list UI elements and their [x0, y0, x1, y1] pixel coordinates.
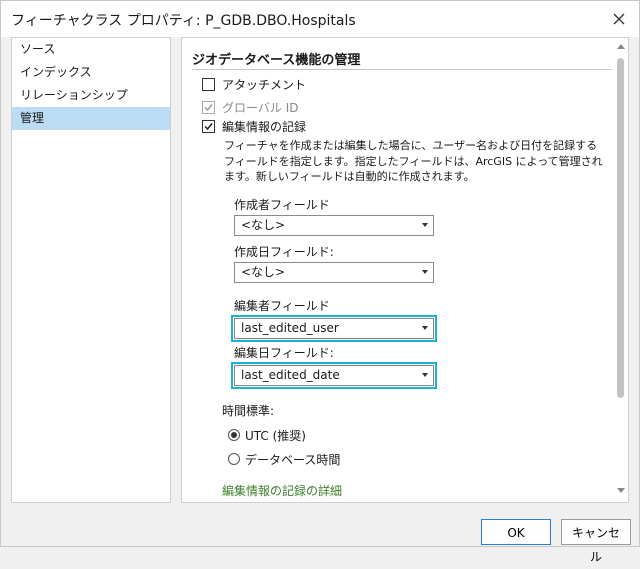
section-divider	[192, 69, 612, 70]
create-date-field-label: 作成日フィールド:	[234, 245, 334, 259]
creator-field-value: <なし>	[241, 218, 286, 232]
edit-date-field-label: 編集日フィールド:	[234, 346, 334, 360]
cancel-button[interactable]: キャンセル	[561, 519, 631, 564]
title-bar: フィーチャクラス プロパティ: P_GDB.DBO.Hospitals	[1, 1, 639, 37]
editor-tracking-checkbox-row[interactable]: 編集情報の記録	[202, 117, 306, 135]
scroll-up-icon[interactable]	[617, 44, 625, 49]
radio-database-time-row[interactable]: データベース時間	[228, 450, 340, 468]
vertical-scrollbar[interactable]	[613, 38, 628, 502]
checkmark-icon	[204, 122, 213, 130]
editor-field-label: 編集者フィールド	[234, 299, 330, 313]
edit-date-field-select[interactable]: last_edited_date	[231, 362, 437, 389]
editor-tracking-description: フィーチャを作成または編集した場合に、ユーザー名および日付を記録するフィールドを…	[224, 139, 603, 183]
radio-database-time[interactable]	[228, 453, 240, 465]
editor-field-select[interactable]: last_edited_user	[231, 315, 437, 342]
edit-date-field-value: last_edited_date	[241, 368, 340, 382]
create-date-field-select[interactable]: <なし>	[234, 262, 434, 283]
editor-field-value: last_edited_user	[241, 321, 339, 335]
global-id-checkbox	[202, 100, 215, 114]
creator-field-select[interactable]: <なし>	[234, 215, 434, 236]
nav-item-manage[interactable]: 管理	[12, 107, 170, 130]
close-icon	[613, 13, 625, 25]
global-id-label: グローバル ID	[222, 100, 299, 115]
section-title: ジオデータベース機能の管理	[192, 53, 361, 68]
window-title: フィーチャクラス プロパティ: P_GDB.DBO.Hospitals	[11, 13, 356, 29]
navigation-list: ソース インデックス リレーションシップ 管理	[11, 37, 171, 503]
chevron-down-icon	[422, 270, 428, 274]
nav-item-indexes[interactable]: インデックス	[12, 61, 170, 84]
scroll-down-icon[interactable]	[617, 488, 625, 493]
chevron-down-icon	[422, 373, 428, 377]
create-date-field-value: <なし>	[241, 265, 286, 279]
scrollbar-thumb[interactable]	[617, 58, 624, 398]
chevron-down-icon	[422, 326, 428, 330]
attachments-checkbox[interactable]	[202, 77, 215, 91]
editor-tracking-details-link[interactable]: 編集情報の記録の詳細	[222, 482, 342, 499]
attachments-checkbox-row[interactable]: アタッチメント	[202, 75, 306, 93]
radio-utc[interactable]	[228, 429, 240, 441]
chevron-down-icon	[422, 223, 428, 227]
editor-tracking-checkbox[interactable]	[202, 119, 215, 133]
creator-field-label: 作成者フィールド	[234, 198, 330, 212]
attachments-label: アタッチメント	[222, 77, 307, 92]
radio-database-time-label: データベース時間	[245, 452, 341, 467]
editor-tracking-label: 編集情報の記録	[222, 119, 307, 134]
close-button[interactable]	[607, 7, 631, 31]
global-id-checkbox-row: グローバル ID	[202, 98, 298, 116]
feature-class-properties-dialog: フィーチャクラス プロパティ: P_GDB.DBO.Hospitals ソース …	[0, 0, 640, 564]
manage-panel: ジオデータベース機能の管理 アタッチメント グローバル ID 編集情報の記録 フ…	[181, 37, 629, 503]
radio-utc-label: UTC (推奨)	[245, 428, 306, 443]
nav-item-relationships[interactable]: リレーションシップ	[12, 84, 170, 107]
time-standard-label: 時間標準:	[222, 404, 275, 418]
radio-utc-row[interactable]: UTC (推奨)	[228, 426, 306, 444]
nav-item-source[interactable]: ソース	[12, 38, 170, 61]
checkmark-icon	[204, 103, 213, 111]
ok-button[interactable]: OK	[481, 519, 551, 545]
